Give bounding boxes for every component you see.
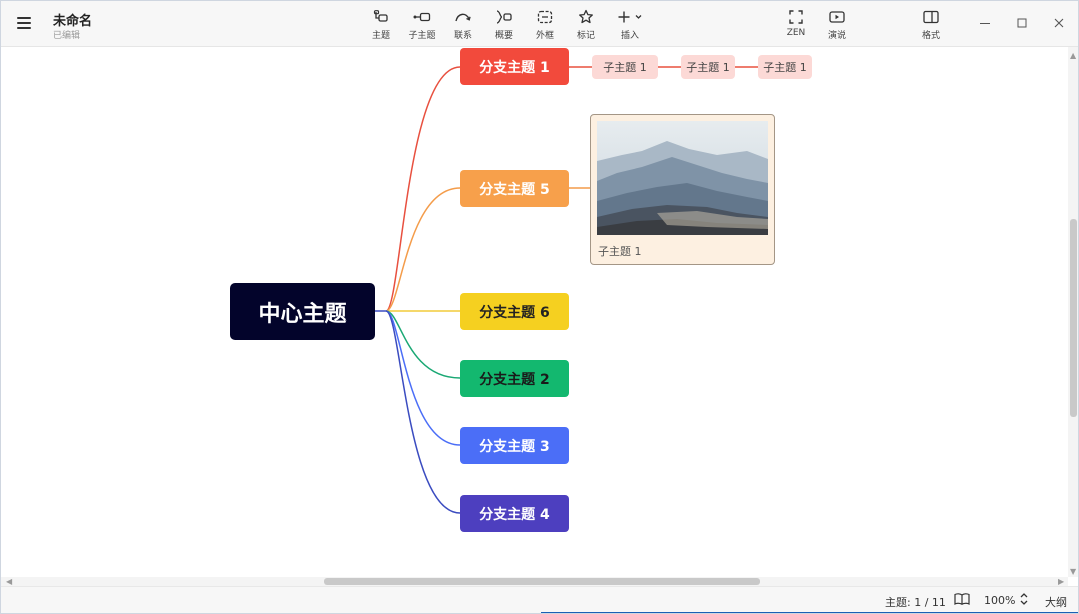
topic-count: 主题: 1 / 11 [885, 596, 946, 609]
toolbar-insert-label: 插入 [620, 31, 639, 41]
scroll-up-icon[interactable]: ▲ [1070, 51, 1076, 60]
format-panel-icon [909, 8, 953, 26]
branch-topic-1[interactable]: 分支主题 1 [460, 48, 569, 85]
mindmap-canvas[interactable]: 中心主题 分支主题 1 分支主题 5 分支主题 6 分支主题 2 分支主题 3 … [1, 47, 1068, 577]
toolbar-topic-button[interactable]: 主题 [359, 8, 403, 41]
minimize-icon[interactable] [976, 14, 994, 32]
branch-topic-4[interactable]: 分支主题 4 [460, 495, 569, 532]
toolbar-subtopic-button[interactable]: 子主题 [400, 8, 444, 41]
status-bar: 主题: 1 / 11 100% 大纲 [1, 586, 1078, 613]
branch-connector [385, 66, 461, 312]
close-icon[interactable] [1050, 14, 1068, 32]
plus-icon [608, 8, 652, 26]
branch-connector [385, 310, 461, 514]
boundary-icon [523, 8, 567, 26]
toolbar-marker-button[interactable]: 标记 [564, 8, 608, 41]
toolbar-format-button[interactable]: 格式 [909, 8, 953, 41]
central-topic[interactable]: 中心主题 [230, 283, 375, 340]
toolbar-marker-label: 标记 [576, 31, 595, 41]
scroll-left-icon[interactable]: ◀ [6, 577, 12, 586]
book-icon[interactable] [954, 592, 970, 609]
horizontal-scrollbar-thumb[interactable] [324, 578, 760, 585]
document-title[interactable]: 未命名 [53, 10, 92, 29]
toolbar-summary-label: 概要 [494, 31, 513, 41]
scroll-right-icon[interactable]: ▶ [1058, 577, 1064, 586]
branch-topic-5[interactable]: 分支主题 5 [460, 170, 569, 207]
subtopic-node[interactable]: 子主题 1 [758, 55, 812, 79]
zoom-level[interactable]: 100% [984, 594, 1015, 607]
image-subtopic-caption: 子主题 1 [598, 245, 642, 258]
mountain-landscape-image [597, 121, 768, 235]
toolbar-relationship-label: 联系 [453, 31, 472, 41]
outline-button[interactable]: 大纲 [1045, 594, 1067, 610]
toolbar-boundary-button[interactable]: 外框 [523, 8, 567, 41]
toolbar-present-button[interactable]: 演说 [815, 8, 859, 41]
image-subtopic[interactable]: 子主题 1 [590, 114, 775, 265]
toolbar-format-label: 格式 [921, 31, 940, 41]
hamburger-menu-icon[interactable] [15, 13, 35, 33]
summary-icon [482, 8, 526, 26]
branch-topic-6[interactable]: 分支主题 6 [460, 293, 569, 330]
vertical-scrollbar-thumb[interactable] [1070, 219, 1077, 417]
branch-connector [385, 310, 461, 446]
toolbar-zen-label: ZEN [786, 28, 806, 38]
topic-icon [359, 8, 403, 26]
play-icon [815, 8, 859, 26]
fullscreen-icon [774, 8, 818, 26]
subtopic-node[interactable]: 子主题 1 [681, 55, 735, 79]
star-icon [564, 8, 608, 26]
toolbar-summary-button[interactable]: 概要 [482, 8, 526, 41]
zoom-stepper-icon[interactable] [1018, 591, 1030, 610]
maximize-icon[interactable] [1013, 14, 1031, 32]
subtopic-icon [400, 8, 444, 26]
toolbar-relationship-button[interactable]: 联系 [441, 8, 485, 41]
toolbar-boundary-label: 外框 [535, 31, 554, 41]
branch-connector [385, 187, 461, 312]
app-window: 未命名 已编辑 主题 子主题 联系 概要 外框 标记 插入 ZEN 演说 格式 … [0, 0, 1079, 614]
subtopic-node[interactable]: 子主题 1 [592, 55, 658, 79]
toolbar-zen-button[interactable]: ZEN [774, 8, 818, 38]
document-status: 已编辑 [53, 31, 81, 41]
scroll-down-icon[interactable]: ▼ [1070, 567, 1076, 576]
toolbar-subtopic-label: 子主题 [408, 31, 436, 41]
relationship-icon [441, 8, 485, 26]
title-bar: 未命名 已编辑 主题 子主题 联系 概要 外框 标记 插入 ZEN 演说 格式 [1, 1, 1078, 47]
toolbar-topic-label: 主题 [371, 31, 390, 41]
toolbar-present-label: 演说 [827, 31, 846, 41]
branch-topic-2[interactable]: 分支主题 2 [460, 360, 569, 397]
toolbar-insert-button[interactable]: 插入 [608, 8, 652, 41]
branch-topic-3[interactable]: 分支主题 3 [460, 427, 569, 464]
